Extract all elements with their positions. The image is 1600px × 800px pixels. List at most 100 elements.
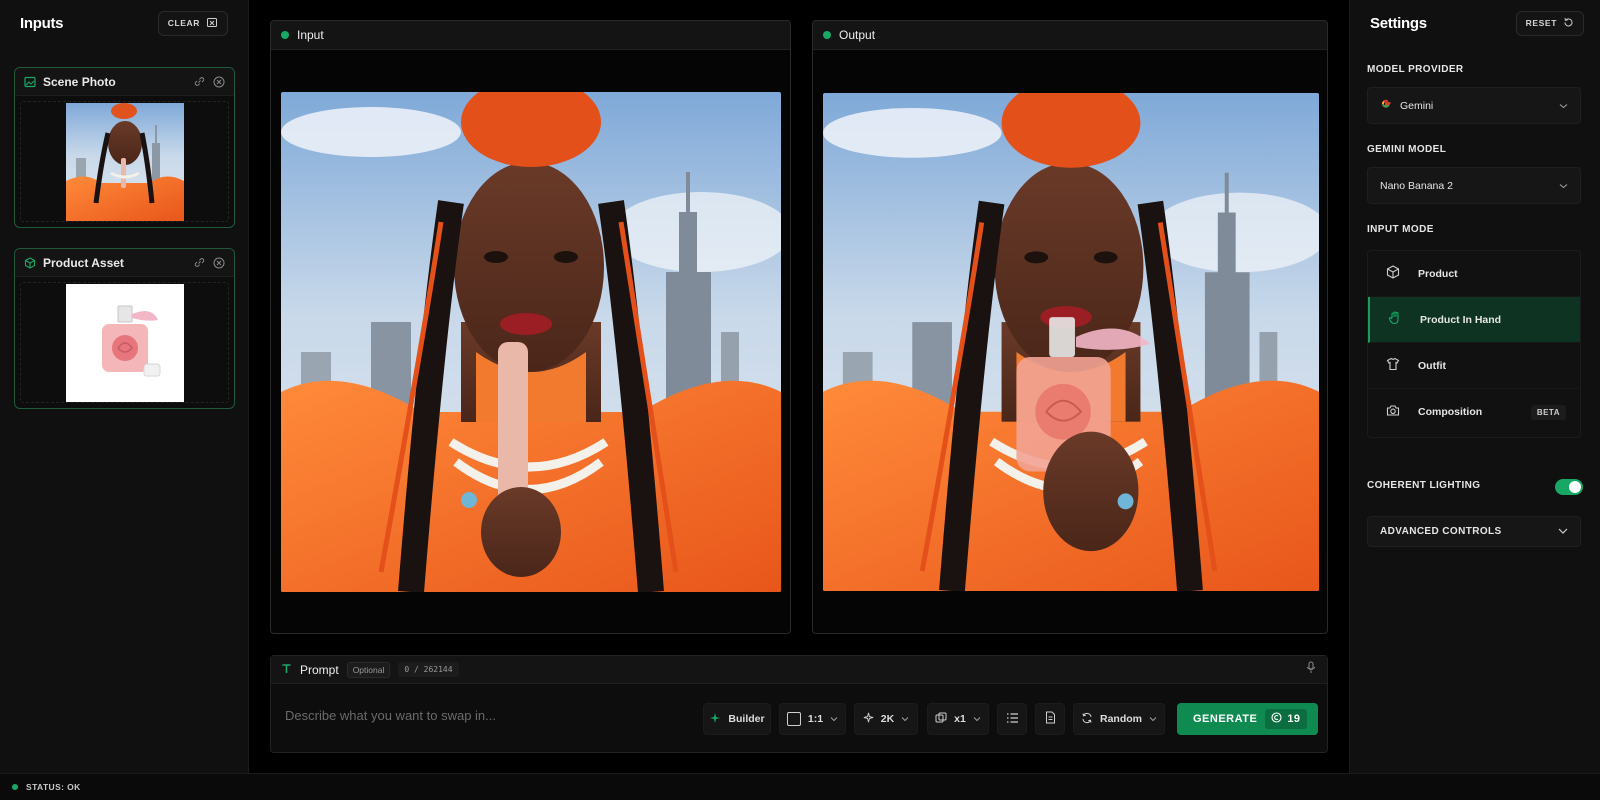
image-icon [23,75,37,89]
output-image [823,93,1319,591]
count-select[interactable]: x1 [927,703,989,735]
aspect-ratio-select[interactable]: 1:1 [779,703,846,735]
coherent-lighting-label: COHERENT LIGHTING [1367,480,1481,491]
google-icon [1380,98,1392,113]
scene-photo-card-header: Scene Photo [15,68,234,96]
chevron-down-icon [1558,526,1568,537]
status-text: STATUS: OK [26,782,81,792]
mode-product[interactable]: Product [1368,251,1580,297]
remove-icon[interactable] [212,256,226,270]
scene-photo-card: Scene Photo [14,67,235,228]
model-provider-label: MODEL PROVIDER [1367,64,1464,75]
scene-photo-dropzone[interactable] [20,101,229,222]
seed-mode-select[interactable]: Random [1073,703,1165,735]
mode-outfit[interactable]: Outfit [1368,343,1580,389]
char-counter: 0 / 262144 [398,662,459,677]
copies-icon [935,712,947,727]
cube-icon [1386,265,1400,282]
reset-button[interactable]: RESET [1515,10,1584,36]
chevron-down-icon [830,713,838,725]
model-provider-value: Gemini [1400,99,1434,112]
refresh-icon [1081,712,1093,727]
mode-product-in-hand-label: Product In Hand [1420,313,1502,326]
resolution-value: 2K [880,713,895,725]
builder-label: Builder [728,713,765,725]
reset-label: RESET [1525,18,1557,28]
chevron-down-icon [1149,713,1157,725]
output-panel-label: Output [839,28,876,42]
generate-button[interactable]: GENERATE 19 [1177,703,1318,735]
model-provider-select[interactable]: Gemini [1367,87,1581,124]
input-panel-label: Input [297,28,324,42]
settings-header: Settings RESET [1350,0,1600,46]
builder-button[interactable]: Builder [703,703,771,735]
credits-icon [1271,712,1282,726]
inputs-title: Inputs [20,14,64,32]
inputs-sidebar: Inputs CLEAR Scene Photo Product Asset [0,0,249,773]
sparkle-icon [863,712,874,726]
input-mode-list: Product Product In Hand Outfit Compositi… [1367,250,1581,438]
coherent-lighting-toggle[interactable] [1555,479,1583,495]
chevron-down-icon [973,713,981,725]
advanced-controls-label: ADVANCED CONTROLS [1380,526,1502,537]
product-asset-card: Product Asset [14,248,235,409]
remove-icon[interactable] [212,75,226,89]
gemini-model-label: GEMINI MODEL [1367,144,1447,155]
reset-icon [1563,17,1574,30]
advanced-controls-toggle[interactable]: ADVANCED CONTROLS [1367,516,1581,547]
status-dot [12,784,18,790]
beta-badge: BETA [1530,404,1566,420]
mode-composition[interactable]: Composition BETA [1368,389,1580,435]
microphone-icon[interactable] [1305,661,1317,679]
prompt-input[interactable] [285,702,665,728]
text-icon [281,661,292,679]
mode-product-in-hand[interactable]: Product In Hand [1368,297,1580,343]
prompt-panel: Prompt Optional 0 / 262144 Builder 1:1 2… [270,655,1328,753]
camera-icon [1386,404,1400,420]
aspect-square-icon [786,712,801,726]
link-icon[interactable] [192,75,206,89]
document-button[interactable] [1035,703,1065,735]
resolution-select[interactable]: 2K [854,703,918,735]
input-status-dot [281,31,289,39]
prompt-title: Prompt [300,662,339,677]
document-icon [1045,711,1056,727]
mode-outfit-label: Outfit [1418,359,1446,372]
mode-composition-label: Composition [1418,406,1483,418]
list-button[interactable] [997,703,1027,735]
package-icon [23,256,37,270]
credits-badge: 19 [1265,709,1307,729]
gemini-model-select[interactable]: Nano Banana 2 [1367,167,1581,204]
shirt-icon [1386,357,1400,374]
mode-product-label: Product [1418,267,1458,280]
input-image [281,92,781,592]
prompt-header: Prompt Optional 0 / 262144 [271,656,1327,684]
clear-button[interactable]: CLEAR [157,10,228,36]
clear-icon [206,16,218,30]
list-icon [1006,712,1019,727]
clear-label: CLEAR [167,18,200,28]
settings-title: Settings [1370,14,1427,32]
seed-mode-value: Random [1100,713,1142,725]
optional-tag: Optional [346,661,391,678]
scene-photo-label: Scene Photo [43,74,116,89]
generate-label: GENERATE [1193,713,1258,725]
output-status-dot [823,31,831,39]
product-asset-dropzone[interactable] [20,282,229,403]
output-panel-header: Output [813,21,1327,50]
product-asset-card-header: Product Asset [15,249,234,277]
count-value: x1 [954,713,966,725]
input-panel-header: Input [271,21,790,50]
link-icon[interactable] [192,256,206,270]
gemini-model-value: Nano Banana 2 [1380,179,1453,192]
scene-photo-thumbnail [65,102,184,221]
settings-sidebar: Settings RESET MODEL PROVIDER Gemini GEM… [1349,0,1600,773]
hand-icon [1388,311,1402,328]
input-panel: Input [270,20,791,634]
chevron-down-icon [1559,180,1568,192]
chevron-down-icon [1559,100,1568,112]
status-bar: STATUS: OK [0,773,1600,800]
sparkle-icon [709,712,721,727]
input-mode-label: INPUT MODE [1367,224,1434,235]
chevron-down-icon [901,713,909,725]
